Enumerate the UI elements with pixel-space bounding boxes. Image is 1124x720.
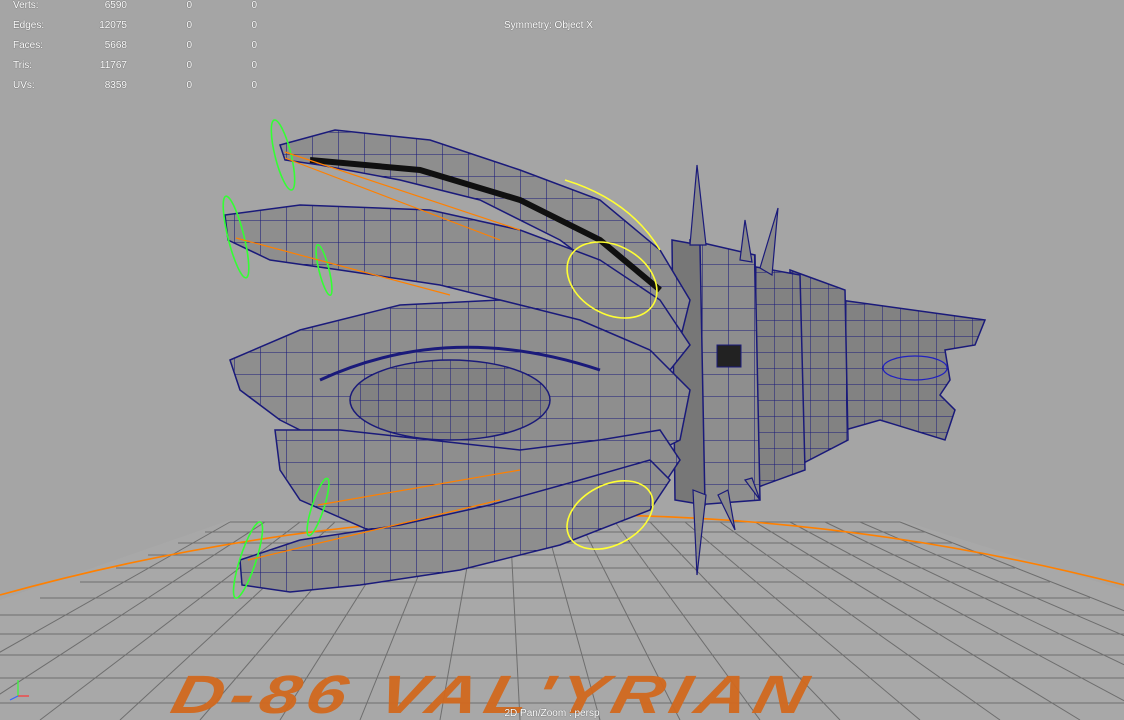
stat-selected-uv: 0 bbox=[251, 40, 257, 51]
stat-value: 8359 bbox=[104, 80, 127, 91]
stat-label: Faces: bbox=[13, 40, 44, 51]
stat-value: 12075 bbox=[99, 20, 127, 31]
stat-selected: 0 bbox=[186, 20, 192, 31]
stat-label: Verts: bbox=[13, 0, 39, 11]
stat-selected-uv: 0 bbox=[251, 20, 257, 31]
stat-selected-uv: 0 bbox=[251, 60, 257, 71]
camera-label: 2D Pan/Zoom : persp bbox=[504, 708, 600, 719]
stat-row-tris: Tris: 11767 0 0 bbox=[0, 56, 270, 76]
stat-row-edges: Edges: 12075 0 0 bbox=[0, 16, 270, 36]
stat-value: 11767 bbox=[99, 60, 127, 71]
stat-selected-uv: 0 bbox=[251, 80, 257, 91]
viewport-scene[interactable] bbox=[0, 0, 1124, 720]
poly-count-hud: Verts: 6590 0 0 Edges: 12075 0 0 Faces: … bbox=[0, 0, 270, 96]
3d-viewport[interactable]: D-86 VAL'YRIAN Verts: 6590 0 0 Edges: 12… bbox=[0, 0, 1124, 720]
stat-selected: 0 bbox=[186, 0, 192, 11]
stat-label: UVs: bbox=[13, 80, 35, 91]
stat-label: Tris: bbox=[13, 60, 33, 71]
stat-selected-uv: 0 bbox=[251, 0, 257, 11]
view-axis-icon bbox=[9, 680, 29, 701]
stat-selected: 0 bbox=[186, 80, 192, 91]
symmetry-indicator: Symmetry: Object X bbox=[504, 20, 593, 31]
stat-row-uvs: UVs: 8359 0 0 bbox=[0, 76, 270, 96]
stat-row-verts: Verts: 6590 0 0 bbox=[0, 0, 270, 16]
stat-row-faces: Faces: 5668 0 0 bbox=[0, 36, 270, 56]
stat-selected: 0 bbox=[186, 60, 192, 71]
stat-label: Edges: bbox=[13, 20, 45, 31]
stat-value: 6590 bbox=[104, 0, 127, 11]
stat-selected: 0 bbox=[186, 40, 192, 51]
stat-value: 5668 bbox=[104, 40, 127, 51]
